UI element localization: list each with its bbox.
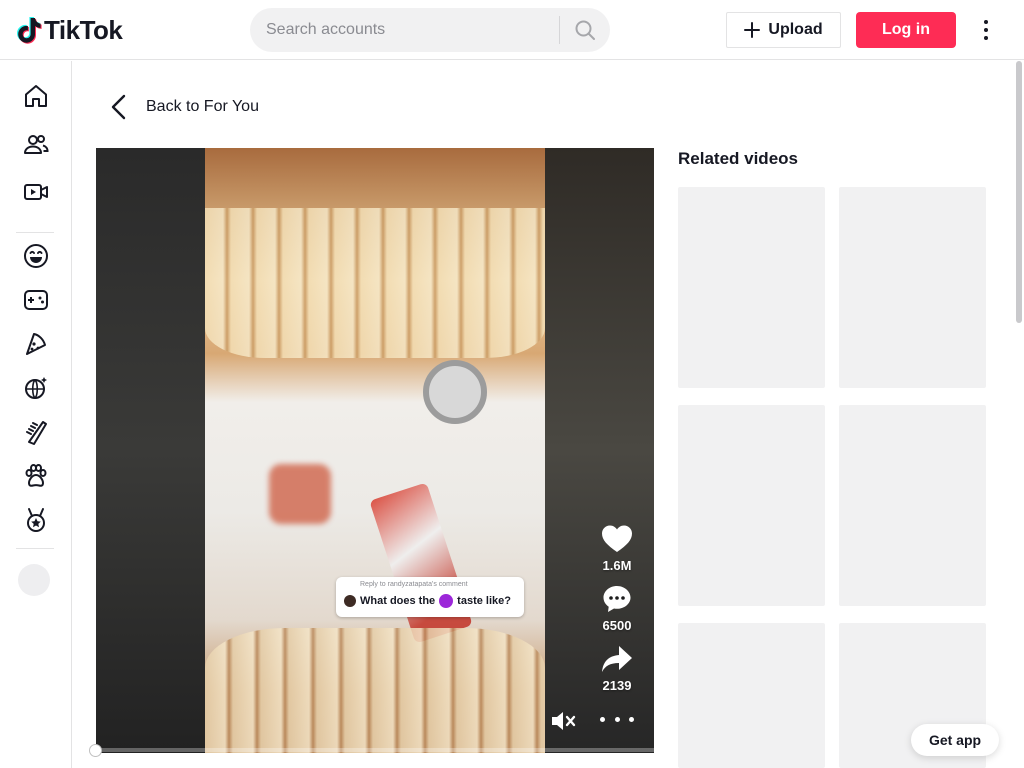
live-icon[interactable]	[16, 174, 56, 210]
video-scene-bag	[369, 482, 473, 644]
back-to-for-you-link[interactable]: Back to For You	[108, 94, 259, 120]
get-app-button[interactable]: Get app	[911, 724, 999, 756]
reply-comment-sticker: Reply to randyzatapata's comment What do…	[336, 577, 524, 617]
upload-button[interactable]: Upload	[726, 12, 841, 48]
related-video-thumbnail[interactable]	[678, 623, 825, 768]
more-actions-icon[interactable]	[600, 710, 634, 728]
chevron-left-icon	[111, 94, 126, 120]
reply-meta: Reply to randyzatapata's comment	[360, 581, 468, 588]
heart-icon	[602, 525, 632, 552]
share-icon	[602, 646, 632, 672]
comedy-icon[interactable]	[16, 238, 56, 274]
purple-circle-icon	[439, 594, 454, 608]
related-video-thumbnail[interactable]	[839, 405, 986, 606]
food-icon[interactable]	[16, 326, 56, 362]
login-button[interactable]: Log in	[856, 12, 956, 48]
video-progress-track[interactable]	[96, 748, 654, 752]
comment-icon	[603, 586, 631, 612]
related-video-thumbnail[interactable]	[678, 187, 825, 388]
following-icon[interactable]	[16, 126, 56, 162]
reply-question-end: taste like?	[457, 595, 511, 607]
tiktok-note-icon	[17, 17, 42, 44]
sidebar-divider	[16, 232, 54, 233]
sports-icon[interactable]	[16, 502, 56, 538]
upload-label: Upload	[768, 21, 823, 38]
video-scene-bottom	[205, 628, 545, 753]
animals-icon[interactable]	[16, 458, 56, 494]
related-video-thumbnail[interactable]	[678, 405, 825, 606]
login-label: Log in	[882, 21, 930, 38]
left-sidebar	[0, 61, 72, 768]
back-label: Back to For You	[146, 98, 259, 115]
related-videos-title: Related videos	[678, 149, 798, 168]
reply-avatar	[344, 595, 356, 607]
search-bar	[250, 8, 610, 52]
like-count: 1.6M	[602, 558, 632, 573]
page-scrollbar[interactable]	[1016, 61, 1022, 323]
video-scene-top	[205, 208, 545, 358]
dance-icon[interactable]	[16, 370, 56, 406]
avatar-placeholder[interactable]	[18, 564, 50, 596]
search-input[interactable]	[250, 8, 559, 52]
get-app-label: Get app	[928, 732, 982, 748]
video-scene-blur	[269, 464, 331, 524]
video-player[interactable]: Reply to randyzatapata's comment What do…	[96, 148, 654, 753]
reply-question: What does the taste like?	[360, 594, 511, 608]
search-button[interactable]	[560, 8, 610, 52]
search-icon	[575, 20, 595, 40]
sidebar-divider	[16, 548, 54, 549]
like-button[interactable]: 1.6M	[596, 524, 638, 573]
video-frame: Reply to randyzatapata's comment What do…	[205, 148, 545, 753]
beauty-icon[interactable]	[16, 414, 56, 450]
mute-icon[interactable]	[550, 708, 576, 734]
comment-button[interactable]: 6500	[596, 584, 638, 633]
related-video-thumbnail[interactable]	[839, 187, 986, 388]
video-scene-light	[423, 360, 487, 424]
tiktok-logo[interactable]: TikTok	[16, 14, 123, 46]
share-button[interactable]: 2139	[596, 644, 638, 693]
video-progress-handle[interactable]	[89, 744, 102, 757]
more-options-icon[interactable]	[974, 16, 998, 44]
plus-icon	[744, 22, 761, 38]
top-header: TikTok Upload Log in	[0, 0, 1024, 60]
home-icon[interactable]	[16, 78, 56, 114]
reply-question-start: What does the	[360, 595, 436, 607]
video-blur-left	[96, 148, 205, 753]
comment-count: 6500	[602, 618, 632, 633]
share-count: 2139	[602, 678, 632, 693]
gaming-icon[interactable]	[16, 282, 56, 318]
logo-text: TikTok	[44, 15, 123, 45]
